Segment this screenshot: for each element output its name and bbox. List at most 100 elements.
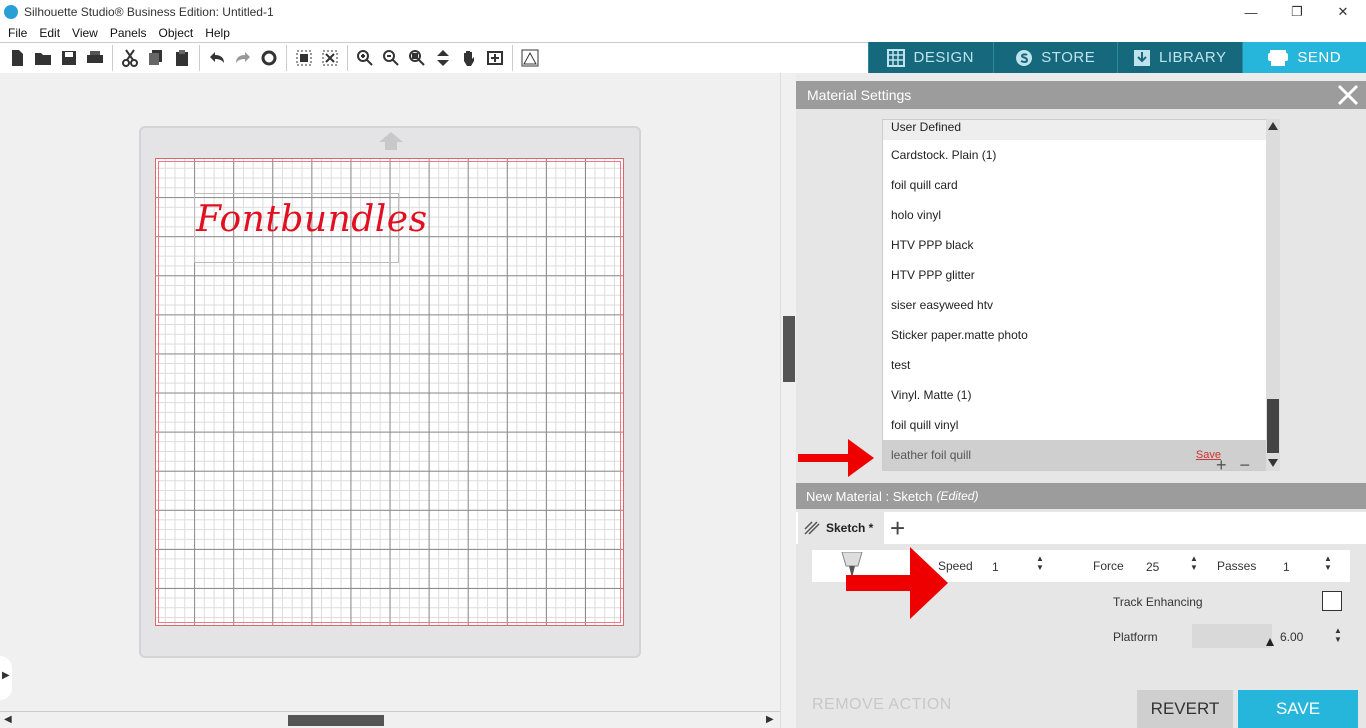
canvas-vertical-scrollbar[interactable] — [780, 73, 796, 728]
track-enhancing-checkbox[interactable] — [1322, 591, 1342, 611]
toolbar-separator — [286, 45, 287, 71]
list-item[interactable]: Sticker paper.matte photo — [883, 320, 1279, 350]
platform-stepper[interactable]: ▲ ▼ — [1334, 626, 1342, 644]
minimize-button[interactable]: — — [1228, 0, 1274, 24]
scroll-down-icon[interactable] — [1267, 457, 1279, 469]
list-item[interactable]: Cardstock. Plain (1) — [883, 140, 1279, 170]
platform-slider[interactable] — [1192, 624, 1272, 648]
copy-icon[interactable] — [143, 45, 169, 71]
list-item[interactable]: foil quill vinyl — [883, 410, 1279, 440]
cut-icon[interactable] — [117, 45, 143, 71]
toolbar-separator — [199, 45, 200, 71]
tab-sketch-label: Sketch * — [826, 521, 874, 535]
annotation-arrow-icon — [798, 439, 874, 477]
tab-send[interactable]: SEND — [1241, 42, 1366, 73]
zoom-out-icon[interactable] — [378, 45, 404, 71]
tab-design-label: DESIGN — [913, 49, 974, 66]
scroll-left-icon[interactable]: ◀ — [4, 714, 12, 725]
undo-icon[interactable] — [204, 45, 230, 71]
revert-button[interactable]: REVERT — [1137, 690, 1233, 728]
list-item[interactable]: HTV PPP glitter — [883, 260, 1279, 290]
fit-window-icon[interactable] — [482, 45, 508, 71]
list-item[interactable]: Vinyl. Matte (1) — [883, 380, 1279, 410]
restore-button[interactable]: ❐ — [1274, 0, 1320, 24]
pan-hand-icon[interactable] — [456, 45, 482, 71]
save-icon[interactable] — [56, 45, 82, 71]
force-label: Force — [1093, 559, 1124, 573]
tab-store-label: STORE — [1041, 49, 1096, 66]
scroll-right-icon[interactable]: ▶ — [766, 714, 774, 725]
menu-file[interactable]: File — [2, 26, 33, 40]
list-item[interactable]: test — [883, 350, 1279, 380]
speed-stepper[interactable]: ▲ ▼ — [1036, 554, 1044, 572]
material-settings-title: Material Settings — [807, 87, 912, 103]
fit-to-page-icon[interactable] — [430, 45, 456, 71]
sketch-icon — [804, 521, 820, 535]
tab-library[interactable]: LIBRARY — [1117, 42, 1242, 73]
close-icon[interactable] — [1336, 83, 1360, 107]
toolbar-separator — [512, 45, 513, 71]
platform-slider-handle[interactable] — [1266, 638, 1274, 646]
select-all-icon[interactable] — [291, 45, 317, 71]
menu-edit[interactable]: Edit — [33, 26, 66, 40]
panel-top-strip — [796, 73, 1366, 81]
new-material-title: New Material : Sketch — [806, 488, 933, 504]
list-item[interactable]: foil quill card — [883, 170, 1279, 200]
platform-value[interactable]: 6.00 — [1280, 630, 1303, 644]
tab-library-label: LIBRARY — [1159, 49, 1227, 66]
design-canvas[interactable]: Fontbundles — [0, 73, 780, 711]
passes-label: Passes — [1217, 559, 1257, 573]
new-material-header: New Material : Sketch (Edited) — [796, 483, 1366, 509]
close-window-button[interactable]: ✕ — [1320, 0, 1366, 24]
menu-help[interactable]: Help — [199, 26, 236, 40]
add-material-button[interactable]: + — [1216, 455, 1227, 475]
force-stepper[interactable]: ▲ ▼ — [1190, 554, 1198, 572]
add-remove-controls: + − — [1216, 455, 1250, 476]
tab-store[interactable]: STORE — [992, 42, 1118, 73]
window-title: Silhouette Studio® Business Edition: Unt… — [24, 5, 274, 19]
force-value[interactable]: 25 — [1146, 560, 1159, 574]
horizontal-scroll-thumb[interactable] — [288, 715, 384, 726]
trace-pattern-icon[interactable] — [517, 45, 543, 71]
paste-icon[interactable] — [169, 45, 195, 71]
new-file-icon[interactable] — [4, 45, 30, 71]
toolbar-separator — [112, 45, 113, 71]
edited-indicator: (Edited) — [936, 489, 979, 503]
list-item[interactable]: siser easyweed htv — [883, 290, 1279, 320]
action-tabs: Sketch * + — [796, 512, 1366, 544]
list-scroll-thumb[interactable] — [1267, 399, 1279, 453]
tab-design[interactable]: DESIGN — [868, 42, 993, 73]
vertical-scroll-thumb[interactable] — [783, 316, 795, 382]
title-bar: Silhouette Studio® Business Edition: Unt… — [0, 0, 1366, 24]
remove-action-button[interactable]: REMOVE ACTION — [812, 696, 952, 714]
list-item[interactable]: holo vinyl — [883, 200, 1279, 230]
scroll-up-icon[interactable] — [1267, 120, 1279, 132]
speed-value[interactable]: 1 — [992, 560, 999, 574]
zoom-in-icon[interactable] — [352, 45, 378, 71]
print-icon[interactable] — [82, 45, 108, 71]
canvas-horizontal-scrollbar[interactable]: ◀ ▶ — [0, 711, 780, 728]
design-text[interactable]: Fontbundles — [196, 199, 428, 240]
tab-sketch[interactable]: Sketch * — [798, 512, 884, 544]
add-action-button[interactable]: + — [890, 514, 905, 542]
redraw-icon[interactable] — [256, 45, 282, 71]
passes-value[interactable]: 1 — [1283, 560, 1290, 574]
list-item[interactable]: User Defined — [883, 120, 1279, 140]
zoom-select-icon[interactable] — [404, 45, 430, 71]
library-download-icon — [1134, 49, 1151, 66]
save-button[interactable]: SAVE — [1238, 690, 1358, 728]
send-panel: Material Settings User Defined Cardstock… — [796, 73, 1366, 728]
menu-object[interactable]: Object — [153, 26, 200, 40]
list-item[interactable]: HTV PPP black — [883, 230, 1279, 260]
deselect-icon[interactable] — [317, 45, 343, 71]
passes-stepper[interactable]: ▲ ▼ — [1324, 554, 1332, 572]
remove-material-button[interactable]: − — [1240, 455, 1251, 475]
side-panel-toggle[interactable]: ▶ — [0, 656, 12, 700]
redo-icon[interactable] — [230, 45, 256, 71]
open-folder-icon[interactable] — [30, 45, 56, 71]
material-list: User Defined Cardstock. Plain (1) foil q… — [882, 119, 1280, 471]
material-list-scrollbar[interactable] — [1266, 119, 1280, 471]
menu-view[interactable]: View — [66, 26, 104, 40]
menu-panels[interactable]: Panels — [104, 26, 153, 40]
window-controls: — ❐ ✕ — [1228, 0, 1366, 24]
